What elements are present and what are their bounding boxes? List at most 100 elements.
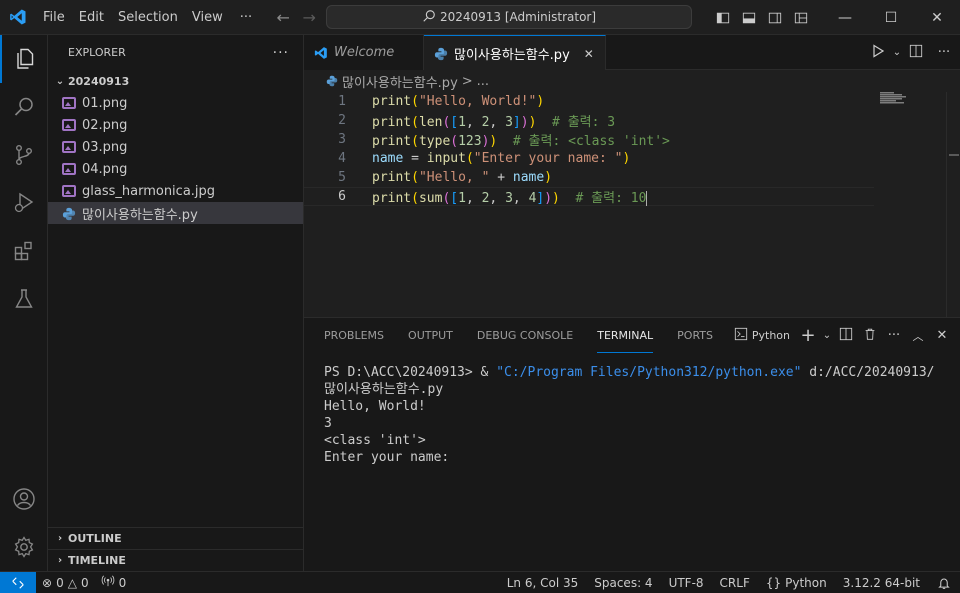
menu-file[interactable]: File: [36, 0, 72, 35]
python-file-icon: [62, 207, 76, 221]
terminal-profile[interactable]: Python: [734, 327, 790, 344]
remote-indicator-icon[interactable]: [0, 571, 36, 593]
file-02-png[interactable]: 02.png: [48, 114, 303, 136]
broadcast-icon: [101, 575, 115, 590]
run-python-file-icon[interactable]: [866, 43, 890, 62]
breadcrumb-file[interactable]: 많이사용하는함수.py: [342, 72, 458, 91]
back-arrow-icon[interactable]: ←: [270, 8, 296, 27]
outline-section[interactable]: › OUTLINE: [48, 527, 303, 549]
end-of-line[interactable]: CRLF: [712, 576, 758, 590]
toggle-secondary-sidebar-icon[interactable]: [762, 0, 788, 35]
split-editor-icon[interactable]: [904, 44, 928, 62]
command-center[interactable]: 20240913 [Administrator]: [326, 5, 692, 29]
close-tab-icon[interactable]: ✕: [584, 47, 594, 61]
code-line[interactable]: 4 name = input("Enter your name: "): [304, 149, 874, 168]
manage-gear-icon[interactable]: [0, 523, 48, 571]
run-debug-icon[interactable]: [0, 179, 48, 227]
file-label: 많이사용하는함수.py: [82, 207, 198, 223]
python-interpreter[interactable]: 3.12.2 64-bit: [835, 576, 928, 590]
folder-20240913[interactable]: ⌄ 20240913: [48, 70, 303, 92]
close-icon[interactable]: ✕: [914, 0, 960, 35]
image-file-icon: [62, 185, 76, 197]
toggle-primary-sidebar-icon[interactable]: [710, 0, 736, 35]
terminal-line: Hello, World!: [324, 399, 426, 414]
trash-icon[interactable]: [858, 327, 882, 345]
file-python-selected[interactable]: 많이사용하는함수.py: [48, 202, 303, 224]
tab-problems[interactable]: PROBLEMS: [324, 318, 384, 353]
tab-python-file[interactable]: 많이사용하는함수.py ✕: [424, 35, 606, 71]
line-number: 3: [338, 132, 346, 147]
customize-layout-icon[interactable]: [788, 0, 814, 35]
file-03-png[interactable]: 03.png: [48, 136, 303, 158]
image-file-icon: [62, 119, 76, 131]
source-control-icon[interactable]: [0, 131, 48, 179]
terminal-line: Enter your name:: [324, 450, 458, 465]
tab-terminal[interactable]: TERMINAL: [597, 318, 654, 353]
activity-bar: [0, 35, 48, 571]
error-icon: ⊗: [42, 575, 53, 590]
split-terminal-icon[interactable]: [834, 327, 858, 345]
explorer-icon[interactable]: [0, 35, 48, 83]
run-dropdown-chevron-icon[interactable]: ⌄: [890, 47, 904, 58]
file-glass-harmonica-jpg[interactable]: glass_harmonica.jpg: [48, 180, 303, 202]
accounts-icon[interactable]: [0, 475, 48, 523]
explorer-more-button[interactable]: ···: [273, 45, 303, 61]
code-line[interactable]: 3 print(type(123)) # 출력: <class 'int'>: [304, 130, 874, 149]
tab-output[interactable]: OUTPUT: [408, 318, 453, 353]
maximize-icon[interactable]: ☐: [868, 0, 914, 35]
ports-count: 0: [118, 575, 127, 590]
new-terminal-icon[interactable]: +: [796, 325, 820, 346]
indentation[interactable]: Spaces: 4: [586, 576, 660, 590]
explorer-sidebar: EXPLORER ··· ⌄ 20240913 01.png 02.png 03…: [48, 35, 304, 571]
notifications-bell-icon[interactable]: [928, 577, 960, 590]
minimap[interactable]: [880, 92, 920, 104]
search-icon: [422, 9, 436, 26]
code-line[interactable]: 2 print(len([1, 2, 3])) # 출력: 3: [304, 111, 874, 130]
code-text: print(type(123)) # 출력: <class 'int'>: [372, 134, 670, 149]
toggle-panel-icon[interactable]: [736, 0, 762, 35]
menu-view[interactable]: View: [185, 0, 230, 35]
file-label: 04.png: [82, 161, 128, 177]
more-actions-icon[interactable]: ···: [928, 45, 960, 60]
image-file-icon: [62, 141, 76, 153]
search-icon[interactable]: [0, 83, 48, 131]
encoding[interactable]: UTF-8: [661, 576, 712, 590]
menu-selection[interactable]: Selection: [111, 0, 185, 35]
terminal-line: <class 'int'>: [324, 433, 426, 448]
ports-status[interactable]: 0: [95, 575, 133, 590]
scrollbar-marker: [949, 154, 959, 156]
chevron-down-icon: ⌄: [55, 75, 65, 87]
breadcrumb-symbols[interactable]: ...: [477, 74, 489, 89]
tab-debug-console[interactable]: DEBUG CONSOLE: [477, 318, 573, 353]
tab-ports[interactable]: PORTS: [677, 318, 713, 353]
cursor-position[interactable]: Ln 6, Col 35: [499, 576, 587, 590]
file-04-png[interactable]: 04.png: [48, 158, 303, 180]
tab-welcome[interactable]: Welcome: [304, 35, 424, 70]
timeline-label: TIMELINE: [68, 554, 126, 567]
code-line[interactable]: 1 print("Hello, World!"): [304, 92, 874, 111]
file-label: 01.png: [82, 95, 128, 111]
terminal-icon: [734, 327, 748, 344]
timeline-section[interactable]: › TIMELINE: [48, 549, 303, 571]
file-01-png[interactable]: 01.png: [48, 92, 303, 114]
testing-icon[interactable]: [0, 275, 48, 323]
chevron-down-icon[interactable]: ⌄: [820, 330, 834, 341]
code-line[interactable]: 5 print("Hello, " + name): [304, 168, 874, 187]
code-line-current[interactable]: 6 print(sum([1, 2, 3, 4])) # 출력: 10: [304, 187, 874, 206]
terminal-python-path: "C:/Program Files/Python312/python.exe": [496, 365, 802, 380]
close-panel-icon[interactable]: ✕: [930, 328, 954, 343]
more-actions-icon[interactable]: ···: [882, 328, 906, 343]
extensions-icon[interactable]: [0, 227, 48, 275]
text-cursor: [646, 191, 648, 206]
forward-arrow-icon[interactable]: →: [296, 8, 322, 27]
maximize-panel-icon[interactable]: ︿: [906, 328, 930, 344]
menu-edit[interactable]: Edit: [72, 0, 111, 35]
language-mode[interactable]: {} Python: [758, 576, 835, 590]
problems-status[interactable]: ⊗ 0 △ 0: [36, 576, 95, 590]
editor-scrollbar[interactable]: [946, 92, 960, 317]
menu-more-button[interactable]: ···: [230, 0, 262, 35]
code-editor[interactable]: 1 print("Hello, World!") 2 print(len([1,…: [304, 92, 960, 317]
terminal-output[interactable]: PS D:\ACC\20240913> & "C:/Program Files/…: [324, 364, 944, 466]
breadcrumb-separator: >: [461, 73, 473, 89]
minimize-icon[interactable]: —: [822, 0, 868, 35]
